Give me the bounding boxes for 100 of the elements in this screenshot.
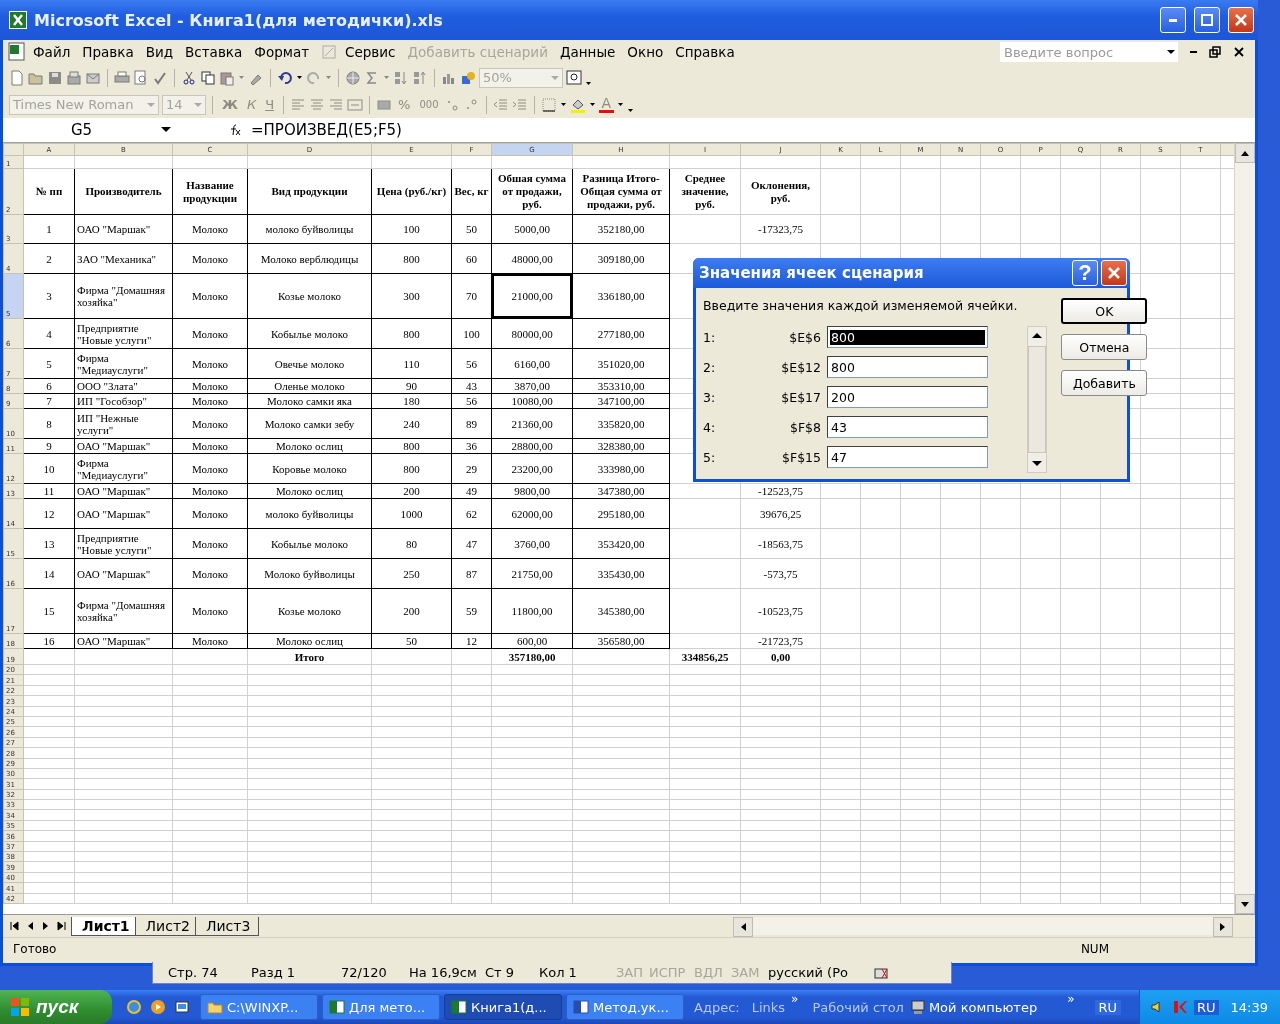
table-cell: 800 — [371, 318, 452, 349]
column-heading: № пп — [23, 168, 75, 215]
restore-icon[interactable] — [1209, 46, 1221, 58]
value-field[interactable]: 47 — [827, 446, 988, 468]
dialog-button[interactable]: Отмена — [1061, 334, 1148, 360]
new-document-icon[interactable] — [9, 69, 25, 86]
media-player-icon[interactable] — [150, 999, 166, 1015]
table-cell: 600,00 — [491, 633, 573, 649]
desktop-toolbar[interactable]: Рабочий стол — [798, 999, 910, 1015]
desktop-icon[interactable] — [174, 999, 190, 1015]
table-cell: Фирма "Медиауслуги" — [74, 348, 173, 379]
first-sheet-icon[interactable] — [9, 920, 19, 932]
table-cell: 1000 — [371, 498, 452, 529]
last-sheet-icon[interactable] — [57, 920, 67, 932]
merge-cells-icon[interactable] — [347, 96, 364, 113]
table-cell: -17323,75 — [740, 214, 821, 244]
taskbar-button[interactable]: Книга1(д... — [444, 994, 562, 1020]
table-cell: Козье молоко — [247, 588, 372, 634]
field-number: 2: — [703, 359, 717, 375]
table-cell: Кобылье молоко — [247, 318, 372, 349]
taskbar-button[interactable]: Для мето... — [322, 994, 440, 1020]
table-cell: Молоко буйволицы — [247, 558, 372, 589]
table-cell: 9800,00 — [491, 483, 573, 499]
close-button[interactable] — [1228, 7, 1254, 33]
minimize-button[interactable] — [1160, 7, 1186, 33]
save-icon[interactable] — [47, 69, 63, 86]
value-field[interactable]: 200 — [827, 386, 988, 408]
chevron[interactable]: » — [791, 992, 799, 1006]
undo-icon[interactable] — [277, 69, 293, 86]
close-button[interactable] — [1101, 260, 1127, 286]
close-icon[interactable] — [1233, 46, 1245, 58]
table-cell: 90 — [371, 378, 452, 394]
table-cell: Молоко ослиц — [247, 483, 372, 499]
folder-icon[interactable] — [207, 999, 223, 1015]
language-indicator[interactable]: RU — [1193, 999, 1219, 1015]
table-cell: Коровье молоко — [247, 453, 372, 484]
excel-app-icon — [8, 10, 28, 30]
menu-item[interactable]: Правка — [76, 43, 140, 61]
table-cell: 12 — [23, 498, 75, 529]
cut-icon[interactable] — [181, 69, 197, 86]
start-button[interactable]: пуск — [0, 990, 112, 1024]
menu-item[interactable]: Окно — [621, 43, 670, 61]
table-cell: 21750,00 — [491, 558, 573, 589]
column-heading: Название продукции — [172, 168, 248, 215]
maximize-button[interactable] — [1194, 7, 1220, 33]
my-computer-link[interactable]: Мой компьютер — [909, 999, 1038, 1015]
value-field[interactable]: 43 — [827, 416, 988, 438]
browser-icon[interactable] — [126, 999, 142, 1015]
value-field[interactable]: 800 — [827, 326, 988, 348]
cell-reference: $F$15 — [781, 449, 822, 465]
menu-item[interactable]: Сервис — [315, 43, 402, 61]
table-cell: 347100,00 — [572, 393, 670, 409]
workbook-icon[interactable] — [7, 42, 27, 62]
taskbar-button[interactable]: C:\WINXP... — [200, 994, 318, 1020]
borders-icon[interactable] — [540, 96, 557, 113]
vertical-scrollbar[interactable] — [1234, 143, 1255, 914]
globe-icon[interactable] — [345, 69, 361, 86]
chevron[interactable]: » — [1067, 992, 1075, 1006]
table-cell: 21000,00 — [491, 273, 573, 319]
menu-item[interactable]: Вид — [139, 43, 180, 61]
sort-descending-icon[interactable] — [412, 69, 428, 86]
antivirus-icon[interactable] — [1171, 999, 1188, 1015]
table-cell: 13 — [23, 528, 75, 559]
paste-icon[interactable] — [219, 69, 235, 86]
print-icon[interactable] — [114, 69, 130, 86]
horizontal-scrollbar[interactable] — [733, 917, 1233, 935]
links-toolbar[interactable]: Links — [745, 999, 792, 1015]
dialog-button[interactable]: Добавить — [1061, 370, 1148, 396]
menu-item[interactable]: Формат — [248, 43, 316, 61]
menu-item[interactable]: Вставка — [179, 43, 249, 61]
language-indicator[interactable]: RU — [1094, 999, 1122, 1015]
dialog-button[interactable]: OK — [1061, 298, 1148, 324]
status-item: Кол 1 — [539, 965, 578, 980]
document-icon[interactable] — [573, 999, 589, 1015]
table-cell: 3 — [23, 273, 75, 319]
maximize-icon — [1200, 13, 1214, 27]
menu-item[interactable]: Данные — [553, 43, 622, 61]
table-cell: 87 — [451, 558, 492, 589]
sort-ascending-icon[interactable] — [393, 69, 409, 86]
spreadsheet-icon[interactable] — [329, 999, 345, 1015]
status-item: Ст 9 — [485, 965, 516, 980]
table-cell: 80000,00 — [491, 318, 573, 349]
menu-item[interactable]: Справка — [669, 43, 741, 61]
table-cell: 9 — [23, 438, 75, 454]
sheet-tab[interactable]: Лист3 — [195, 916, 260, 936]
help-button[interactable]: ? — [1072, 260, 1098, 286]
scrollbar[interactable] — [1027, 326, 1048, 473]
formula-field[interactable]: =ПРОИЗВЕД(E5;F5) — [251, 121, 402, 139]
value-field[interactable]: 800 — [827, 356, 988, 378]
column-heading: Вид продукции — [247, 168, 372, 215]
table-cell: Молоко — [172, 558, 248, 589]
status-item: Разд 1 — [251, 965, 297, 980]
table-cell: 10080,00 — [491, 393, 573, 409]
print-preview-icon[interactable] — [133, 69, 149, 86]
copy-icon[interactable] — [200, 69, 216, 86]
table-cell: 345380,00 — [572, 588, 670, 634]
menu-item[interactable]: Файл — [27, 43, 77, 61]
spreadsheet-icon[interactable] — [451, 999, 467, 1015]
taskbar-button[interactable]: Метод.ук... — [566, 994, 684, 1020]
drawing-icon[interactable] — [460, 69, 476, 86]
